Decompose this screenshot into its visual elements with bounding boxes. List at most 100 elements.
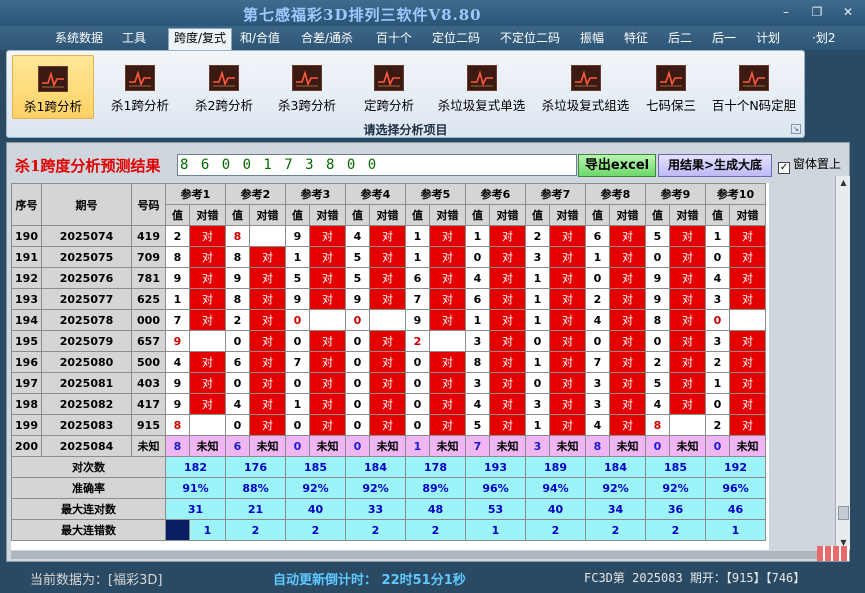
cell-value: 8 bbox=[165, 246, 190, 268]
cell-hit: 对 bbox=[609, 372, 646, 394]
row-issue: 2025077 bbox=[41, 288, 132, 310]
cell-hit: 对 bbox=[369, 393, 406, 415]
table-row[interactable]: 196 2025080 500 4 对 6 对 7 对 0 对 0 对 8 对 1 对 7 对 2 对 2 对 bbox=[11, 351, 766, 373]
scroll-thumb[interactable] bbox=[838, 506, 849, 520]
row-issue: 2025074 bbox=[41, 225, 132, 247]
menu-item[interactable]: 振幅 bbox=[580, 29, 604, 49]
cell-value: 4 bbox=[705, 267, 730, 289]
row-seq: 198 bbox=[11, 393, 42, 415]
row-seq: 200 bbox=[11, 435, 42, 457]
cell-value: 4 bbox=[645, 393, 670, 415]
analysis-button[interactable]: 七码保三 bbox=[638, 55, 704, 119]
prediction-row[interactable]: 200 2025084 未知 8 未知 6 未知 0 未知 0 未知 1 未知 7 未知 3 未知 8 未知 0 未知 0… bbox=[11, 435, 766, 457]
analysis-button-label: 杀1跨分析 bbox=[111, 98, 169, 113]
menu-item[interactable]: 特征 bbox=[624, 29, 648, 49]
prediction-value: 0 bbox=[705, 435, 730, 457]
table-row[interactable]: 190 2025074 419 2 对 8 9 对 4 对 1 对 1 对 2 对 6 对 5 对 1 对 bbox=[11, 225, 766, 247]
analysis-button[interactable]: 杀垃圾复式单选 bbox=[430, 55, 533, 119]
table-row[interactable]: 199 2025083 915 8 0 对 0 对 0 对 0 对 5 对 1 对 4 对 8 2 对 bbox=[11, 414, 766, 436]
analysis-button[interactable]: 杀1跨分析 bbox=[99, 55, 181, 119]
menu-item[interactable]: ·划2 bbox=[812, 29, 835, 49]
status-countdown: 自动更新倒计时： 22时51分1秒 bbox=[273, 573, 466, 588]
stats-row: 准确率 91% 88% 92% 92% 89% 96% 94% 92% 92% 96% bbox=[11, 477, 766, 499]
cell-hit: 对 bbox=[189, 393, 226, 415]
close-button[interactable]: ✕ bbox=[835, 4, 861, 20]
header-ref: 参考7 bbox=[525, 183, 586, 205]
export-excel-button[interactable]: 导出excel bbox=[578, 154, 656, 177]
status-latest-issue: FC3D第 2025083 期开：【915】【746】 bbox=[584, 571, 806, 585]
cell-hit: 对 bbox=[429, 267, 466, 289]
chart-icon bbox=[292, 65, 322, 91]
cell-hit: 对 bbox=[669, 309, 706, 331]
cell-value: 0 bbox=[405, 351, 430, 373]
restore-button[interactable]: ❐ bbox=[804, 4, 830, 20]
cell-hit: 对 bbox=[549, 372, 586, 394]
menu-item[interactable]: 跨度/复式 bbox=[168, 28, 233, 50]
table-row[interactable]: 192 2025076 781 9 对 9 对 5 对 5 对 6 对 4 对 1 对 0 对 9 对 4 对 bbox=[11, 267, 766, 289]
cell-value: 1 bbox=[585, 246, 610, 268]
analysis-button[interactable]: 百十个N码定胆 bbox=[707, 55, 801, 119]
cell-hit: 对 bbox=[189, 309, 226, 331]
cell-value: 2 bbox=[645, 351, 670, 373]
row-seq: 192 bbox=[11, 267, 42, 289]
cell-hit: 对 bbox=[489, 351, 526, 373]
menu-bar: 系统数据 工具 跨度/复式 和/合值 合差/通杀 百十个 定位二码 不定位二码 振幅 特征 后二 后一… bbox=[0, 26, 865, 50]
vertical-scrollbar[interactable]: ▲ ▼ bbox=[835, 176, 850, 550]
cell-value: 9 bbox=[165, 267, 190, 289]
table-row[interactable]: 195 2025079 657 9 0 对 0 对 0 对 2 3 对 0 对 0 对 0 对 3 对 bbox=[11, 330, 766, 352]
checkbox-check-icon[interactable]: ✓ bbox=[778, 162, 790, 174]
menu-item[interactable]: 工具 bbox=[122, 29, 146, 49]
prediction-status: 未知 bbox=[369, 435, 406, 457]
menu-item[interactable]: 系统数据 bbox=[55, 29, 103, 49]
cell-value: 9 bbox=[165, 330, 190, 352]
table-row[interactable]: 194 2025078 000 7 对 2 对 0 0 9 对 1 对 1 对 4 对 8 对 0 bbox=[11, 309, 766, 331]
menu-item[interactable]: 百十个 bbox=[376, 29, 412, 49]
header-ref: 参考10 bbox=[705, 183, 766, 205]
menu-item[interactable]: 不定位二码 bbox=[500, 29, 560, 49]
result-field[interactable]: 8 6 0 0 1 7 3 8 0 0 bbox=[177, 154, 577, 176]
cell-value: 5 bbox=[465, 414, 490, 436]
stats-value: 2 bbox=[585, 519, 646, 541]
menu-item[interactable]: 后二 bbox=[668, 29, 692, 49]
menu-item[interactable]: 后一 bbox=[712, 29, 736, 49]
cell-value: 2 bbox=[165, 225, 190, 247]
horizontal-scrollbar[interactable] bbox=[11, 551, 817, 559]
menu-item[interactable]: 定位二码 bbox=[432, 29, 480, 49]
table-row[interactable]: 191 2025075 709 8 对 8 对 1 对 5 对 1 对 0 对 3 对 1 对 0 对 0 对 bbox=[11, 246, 766, 268]
menu-item[interactable]: 合差/通杀 bbox=[301, 29, 353, 49]
cell-hit: 对 bbox=[429, 372, 466, 394]
cell-value: 7 bbox=[585, 351, 610, 373]
ribbon-expand-icon[interactable]: ↘ bbox=[791, 124, 801, 134]
cell-value: 3 bbox=[525, 393, 550, 415]
analysis-button[interactable]: 杀垃圾复式组选 bbox=[535, 55, 636, 119]
cell-value: 0 bbox=[405, 393, 430, 415]
cell-hit: 对 bbox=[369, 351, 406, 373]
analysis-button[interactable]: 杀1跨分析 bbox=[12, 55, 94, 119]
minimize-button[interactable]: – bbox=[773, 4, 799, 20]
table-row[interactable]: 193 2025077 625 1 对 8 对 9 对 9 对 7 对 6 对 1 对 2 对 9 对 3 对 bbox=[11, 288, 766, 310]
generate-base-button[interactable]: 用结果>生成大底 bbox=[658, 154, 772, 177]
cell-hit: 对 bbox=[249, 246, 286, 268]
cell-hit: 对 bbox=[609, 414, 646, 436]
prediction-value: 1 bbox=[405, 435, 430, 457]
analysis-button[interactable]: 杀3跨分析 bbox=[267, 55, 347, 119]
menu-item[interactable]: 和/合值 bbox=[240, 29, 280, 49]
cell-hit: 对 bbox=[729, 414, 766, 436]
menu-item[interactable]: 计划 bbox=[756, 29, 780, 49]
scroll-up-icon[interactable]: ▲ bbox=[836, 176, 851, 190]
status-bar: 当前数据为：[福彩3D] 自动更新倒计时： 22时51分1秒 FC3D第 202… bbox=[0, 562, 865, 593]
stats-value: 21 bbox=[225, 498, 286, 520]
analysis-button[interactable]: 杀2跨分析 bbox=[184, 55, 264, 119]
prediction-value: 8 bbox=[165, 435, 190, 457]
table-row[interactable]: 197 2025081 403 9 对 0 对 0 对 0 对 0 对 3 对 0 对 3 对 5 对 1 对 bbox=[11, 372, 766, 394]
cell-value: 0 bbox=[645, 330, 670, 352]
stats-value: 1 bbox=[465, 519, 526, 541]
row-number: 657 bbox=[131, 330, 166, 352]
cell-hit: 对 bbox=[249, 393, 286, 415]
stats-value: 2 bbox=[645, 519, 706, 541]
analysis-button[interactable]: 定跨分析 bbox=[351, 55, 427, 119]
cell-hit: 对 bbox=[609, 246, 646, 268]
cell-value: 4 bbox=[465, 393, 490, 415]
table-row[interactable]: 198 2025082 417 9 对 4 对 1 对 0 对 0 对 4 对 3 对 3 对 4 对 0 对 bbox=[11, 393, 766, 415]
window-ontop-checkbox[interactable]: ✓ 窗体置上 bbox=[778, 155, 841, 174]
